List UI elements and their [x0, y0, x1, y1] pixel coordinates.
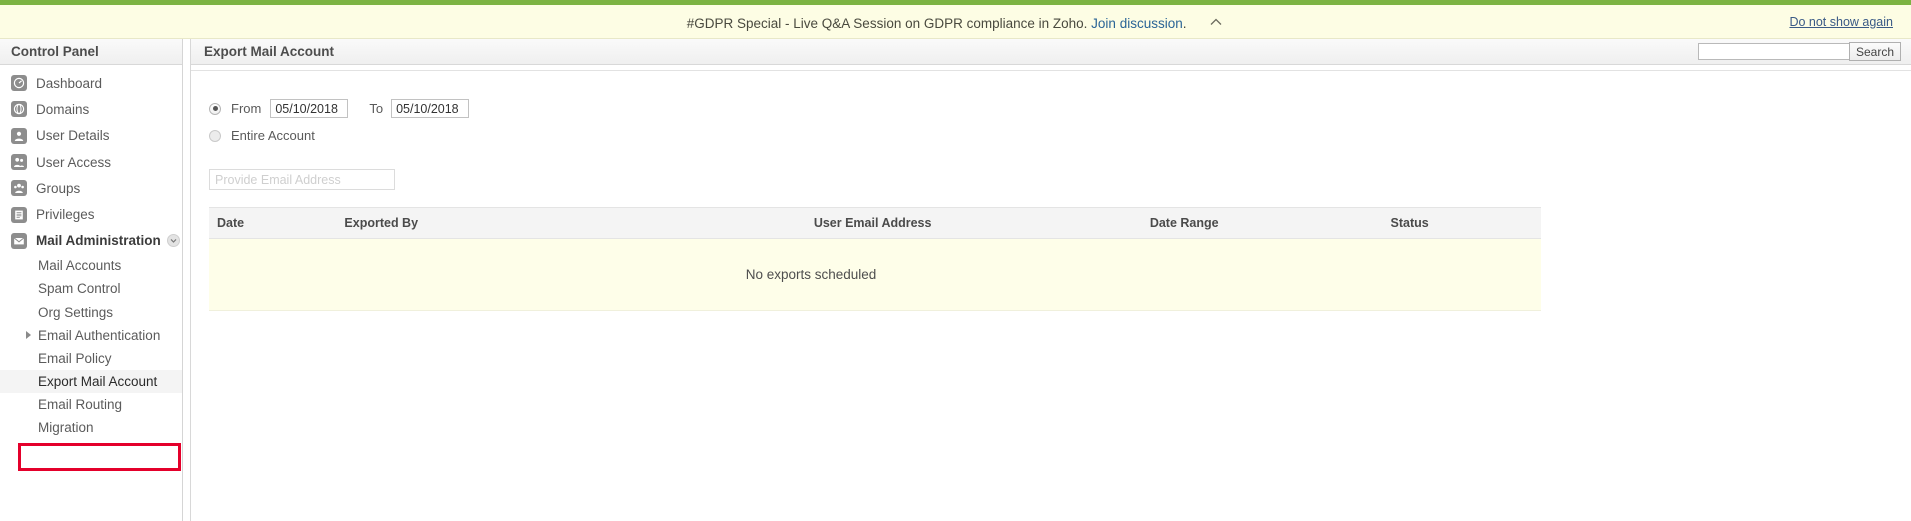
search-button[interactable]: Search [1848, 42, 1901, 61]
column-header-date: Date [217, 216, 245, 230]
email-address-input[interactable] [209, 169, 395, 190]
exports-table: Date Exported By User Email Address Date… [209, 207, 1541, 311]
page-root: #GDPR Special - Live Q&A Session on GDPR… [0, 0, 1911, 521]
sidebar-item-migration[interactable]: Migration [0, 416, 182, 439]
column-header-exported-by: Exported By [344, 216, 419, 230]
sidebar-item-org-settings[interactable]: Org Settings [0, 300, 182, 323]
sidebar-header: Control Panel [0, 39, 182, 65]
sidebar-item-label: Groups [36, 180, 81, 196]
control-panel-title: Control Panel [11, 44, 99, 59]
document-icon [11, 206, 27, 223]
sidebar-item-email-policy[interactable]: Email Policy [0, 347, 182, 370]
gdpr-notification-banner: #GDPR Special - Live Q&A Session on GDPR… [0, 5, 1911, 39]
sidebar-item-mail-administration[interactable]: Mail Administration [0, 228, 182, 254]
page-title: Export Mail Account [204, 44, 335, 59]
sidebar-subitem-label: Mail Accounts [38, 258, 122, 274]
radio-date-range[interactable] [209, 102, 221, 115]
banner-message: #GDPR Special - Live Q&A Session on GDPR… [687, 12, 1225, 31]
sidebar-subitem-label: Email Policy [38, 350, 112, 366]
banner-text-before: #GDPR Special - Live Q&A Session on GDPR… [686, 16, 1092, 31]
search-area: Search [1697, 42, 1901, 61]
sidebar-item-email-routing[interactable]: Email Routing [0, 393, 182, 416]
banner-text-after: . [1182, 16, 1187, 31]
to-label: To [369, 101, 384, 116]
sidebar-subitem-label: Email Routing [38, 397, 123, 413]
content-body: From To Entire Account Date Exporte [190, 65, 1911, 521]
main-header: Export Mail Account Search [190, 39, 1911, 65]
sidebar-item-spam-control[interactable]: Spam Control [0, 277, 182, 300]
sidebar-subitem-label: Migration [38, 420, 94, 436]
sidebar: Control Panel Dashboard Domains User Det… [0, 39, 183, 521]
sidebar-subitem-label: Org Settings [38, 304, 114, 320]
table-body: No exports scheduled [209, 238, 1541, 311]
search-input[interactable] [1697, 43, 1850, 60]
chevron-up-icon[interactable] [1208, 14, 1224, 30]
globe-icon [11, 101, 27, 118]
sidebar-subitem-label: Spam Control [38, 281, 121, 297]
export-form: From To Entire Account [191, 71, 1911, 190]
sidebar-item-email-authentication[interactable]: Email Authentication [0, 324, 182, 347]
triangle-right-icon [26, 331, 31, 340]
entire-account-row: Entire Account [209, 128, 1911, 143]
groups-icon [11, 180, 27, 197]
user-access-icon [11, 154, 27, 171]
main-content: Export Mail Account Search From To Entir… [190, 39, 1911, 521]
column-header-status: Status [1390, 216, 1429, 230]
sidebar-nav-list: Dashboard Domains User Details User Acce… [0, 65, 182, 440]
to-date-input[interactable] [391, 99, 470, 118]
empty-state-cell: No exports scheduled [209, 238, 1541, 311]
user-icon [11, 127, 27, 144]
column-header-date-range: Date Range [1149, 216, 1219, 230]
join-discussion-link[interactable]: Join discussion [1091, 16, 1183, 31]
sidebar-item-user-details[interactable]: User Details [0, 123, 182, 149]
from-date-input[interactable] [270, 99, 349, 118]
sidebar-item-domains[interactable]: Domains [0, 96, 182, 122]
sidebar-item-label: Dashboard [36, 75, 103, 91]
sidebar-item-groups[interactable]: Groups [0, 175, 182, 201]
sidebar-item-privileges[interactable]: Privileges [0, 201, 182, 227]
entire-account-label: Entire Account [231, 128, 315, 143]
sidebar-item-export-mail-account[interactable]: Export Mail Account [0, 370, 182, 394]
dashboard-icon [11, 75, 27, 92]
sidebar-item-label: Mail Administration [36, 233, 161, 249]
exports-table-wrapper: Date Exported By User Email Address Date… [209, 207, 1541, 311]
sidebar-item-label: User Access [36, 154, 112, 170]
table-head: Date Exported By User Email Address Date… [209, 207, 1541, 239]
sidebar-item-mail-accounts[interactable]: Mail Accounts [0, 254, 182, 277]
table-header-row: Date Exported By User Email Address Date… [209, 207, 1541, 239]
sidebar-item-label: Domains [36, 101, 90, 117]
empty-state-row: No exports scheduled [209, 238, 1541, 311]
sidebar-item-label: User Details [36, 128, 110, 144]
sidebar-subitem-label: Export Mail Account [38, 374, 158, 390]
date-range-row: From To [209, 99, 1911, 118]
sidebar-subitem-label: Email Authentication [38, 327, 161, 343]
sidebar-item-dashboard[interactable]: Dashboard [0, 70, 182, 96]
sidebar-item-label: Privileges [36, 207, 95, 223]
do-not-show-again-link[interactable]: Do not show again [1789, 15, 1893, 29]
column-header-user-email-address: User Email Address [813, 216, 932, 230]
envelope-icon [11, 232, 27, 249]
from-label: From [231, 101, 262, 116]
chevron-down-icon[interactable] [166, 234, 180, 248]
radio-entire-account[interactable] [209, 129, 221, 142]
sidebar-item-user-access[interactable]: User Access [0, 149, 182, 175]
empty-state-message: No exports scheduled [745, 267, 877, 282]
